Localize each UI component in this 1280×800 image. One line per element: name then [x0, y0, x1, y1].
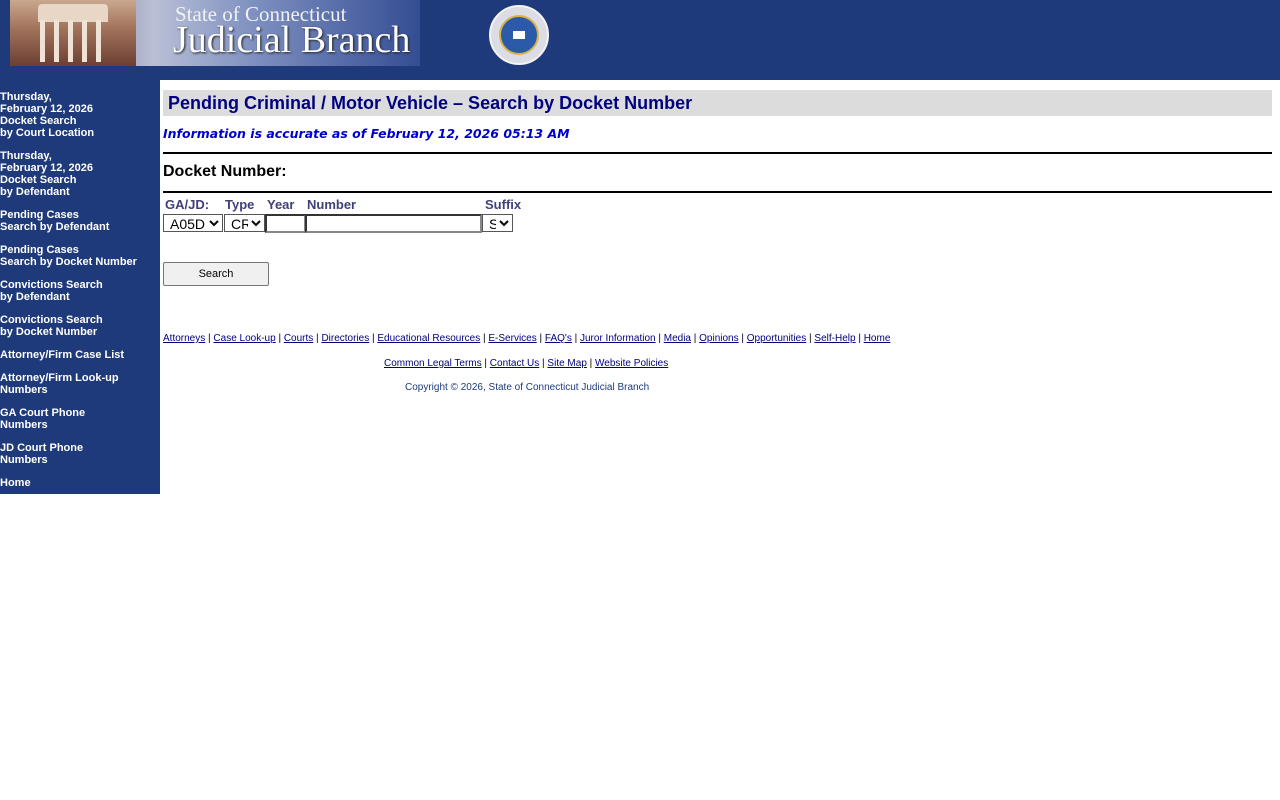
sidebar-item-convictions-by-defendant[interactable]: Convictions Search by Defendant	[0, 279, 103, 303]
link-separator: |	[571, 333, 580, 344]
judicial-seal-icon	[489, 5, 549, 65]
footer-link-case-look-up[interactable]: Case Look-up	[213, 333, 275, 344]
footer-link-courts[interactable]: Courts	[284, 333, 313, 344]
sidebar-item-home[interactable]: Home	[0, 477, 31, 489]
year-label: Year	[267, 197, 295, 212]
sidebar-item-docket-by-court-location[interactable]: Thursday, February 12, 2026 Docket Searc…	[0, 91, 94, 139]
sidebar-item-attorney-case-list[interactable]: Attorney/Firm Case List	[0, 349, 124, 361]
divider-bottom	[163, 191, 1272, 193]
footer-link-common-legal-terms[interactable]: Common Legal Terms	[384, 358, 482, 369]
year-input[interactable]	[265, 214, 306, 233]
link-separator: |	[586, 358, 596, 369]
footer-link-opportunities[interactable]: Opportunities	[747, 333, 806, 344]
suffix-select[interactable]: S	[482, 214, 513, 232]
judicial-branch-banner[interactable]: State of Connecticut Judicial Branch	[10, 0, 420, 66]
link-separator: |	[655, 333, 664, 344]
footer-links-primary: Attorneys | Case Look-up | Courts | Dire…	[163, 333, 890, 344]
footer-link-educational-resources[interactable]: Educational Resources	[377, 333, 480, 344]
number-input[interactable]	[305, 214, 482, 233]
gajd-select[interactable]: A05D	[163, 214, 223, 232]
sidebar-nav: Thursday, February 12, 2026 Docket Searc…	[0, 80, 160, 494]
footer-link-home[interactable]: Home	[864, 333, 891, 344]
footer-link-opinions[interactable]: Opinions	[699, 333, 738, 344]
sidebar-item-pending-by-defendant[interactable]: Pending Cases Search by Defendant	[0, 209, 109, 233]
link-separator: |	[855, 333, 864, 344]
footer-link-self-help[interactable]: Self-Help	[814, 333, 855, 344]
accuracy-notice: Information is accurate as of February 1…	[163, 126, 570, 141]
copyright-text: Copyright © 2026, State of Connecticut J…	[405, 382, 650, 393]
sidebar-item-attorney-lookup[interactable]: Attorney/Firm Look-up Numbers	[0, 372, 119, 396]
banner-branch-text: Judicial Branch	[173, 19, 411, 61]
footer-link-media[interactable]: Media	[664, 333, 691, 344]
footer-link-site-map[interactable]: Site Map	[547, 358, 586, 369]
footer-link-juror-information[interactable]: Juror Information	[580, 333, 656, 344]
type-select[interactable]: CR	[224, 214, 265, 232]
link-separator: |	[536, 333, 545, 344]
divider-top	[163, 152, 1272, 154]
sidebar-item-convictions-by-docket[interactable]: Convictions Search by Docket Number	[0, 314, 103, 338]
link-separator: |	[690, 333, 700, 344]
footer-link-attorneys[interactable]: Attorneys	[163, 333, 205, 344]
link-separator: |	[738, 333, 747, 344]
sidebar-item-ga-phone[interactable]: GA Court Phone Numbers	[0, 407, 85, 431]
sidebar-item-pending-by-docket[interactable]: Pending Cases Search by Docket Number	[0, 244, 137, 268]
gajd-label: GA/JD:	[165, 197, 210, 212]
courthouse-image	[10, 0, 136, 66]
suffix-label: Suffix	[485, 197, 522, 212]
sidebar-item-docket-by-defendant[interactable]: Thursday, February 12, 2026 Docket Searc…	[0, 150, 93, 198]
footer-links-secondary: Common Legal Terms | Contact Us | Site M…	[384, 358, 668, 369]
footer-link-e-services[interactable]: E-Services	[488, 333, 536, 344]
docket-number-heading: Docket Number:	[163, 163, 287, 180]
footer-link-contact-us[interactable]: Contact Us	[490, 358, 539, 369]
title-bar: Pending Criminal / Motor Vehicle – Searc…	[163, 90, 1272, 116]
sidebar-item-jd-phone[interactable]: JD Court Phone Numbers	[0, 442, 83, 466]
type-label: Type	[225, 197, 255, 212]
page-title: Pending Criminal / Motor Vehicle – Searc…	[168, 93, 693, 113]
search-button[interactable]: Search	[163, 262, 269, 286]
footer-link-website-policies[interactable]: Website Policies	[595, 358, 668, 369]
footer-link-directories[interactable]: Directories	[321, 333, 369, 344]
link-separator: |	[275, 333, 284, 344]
number-label: Number	[307, 197, 357, 212]
site-header: State of Connecticut Judicial Branch	[0, 0, 1280, 80]
footer-link-faq-s[interactable]: FAQ's	[545, 333, 572, 344]
link-separator: |	[481, 358, 490, 369]
